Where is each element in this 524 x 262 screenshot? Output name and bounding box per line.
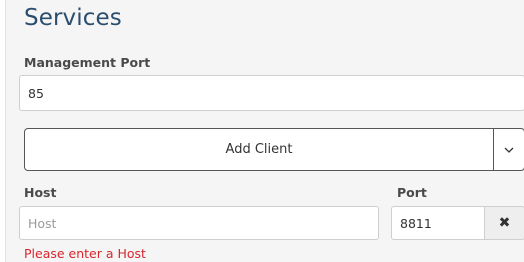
services-panel: Services Management Port Add Client Host… bbox=[5, 0, 524, 262]
close-icon: ✖ bbox=[498, 215, 511, 231]
port-input[interactable] bbox=[391, 206, 485, 240]
host-label: Host bbox=[24, 185, 57, 200]
chevron-down-icon bbox=[504, 147, 514, 153]
section-title: Services bbox=[24, 5, 122, 31]
host-input[interactable] bbox=[19, 206, 379, 240]
management-port-input[interactable] bbox=[19, 75, 524, 111]
remove-client-button[interactable]: ✖ bbox=[484, 206, 524, 240]
port-label: Port bbox=[397, 185, 427, 200]
add-client-label: Add Client bbox=[225, 142, 293, 157]
add-client-button[interactable]: Add Client bbox=[24, 128, 494, 171]
add-client-dropdown-toggle[interactable] bbox=[493, 128, 524, 171]
management-port-label: Management Port bbox=[24, 55, 151, 70]
host-error-message: Please enter a Host bbox=[24, 246, 146, 261]
